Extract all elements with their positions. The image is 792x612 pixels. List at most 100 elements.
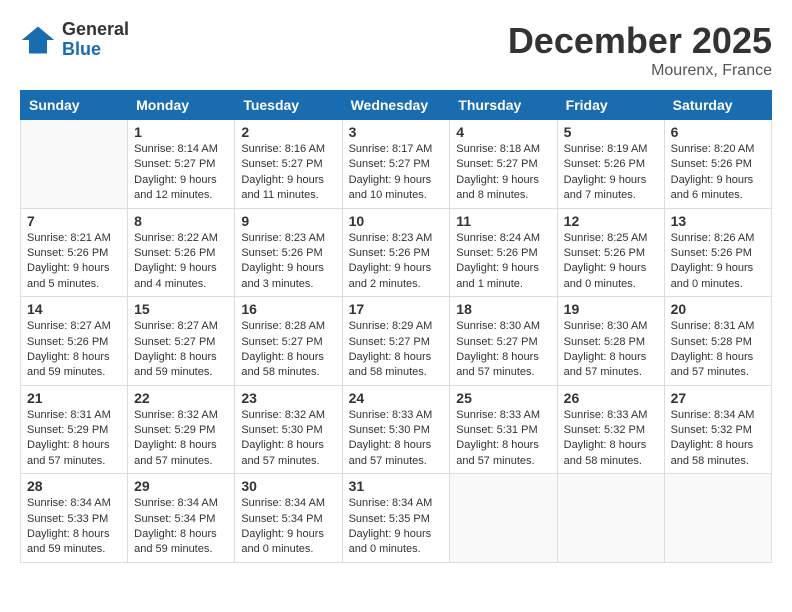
day-info: Sunrise: 8:27 AMSunset: 5:27 PMDaylight:…	[134, 319, 228, 381]
day-number: 7	[27, 213, 121, 229]
day-number: 30	[241, 478, 335, 494]
day-info: Sunrise: 8:31 AMSunset: 5:28 PMDaylight:…	[671, 319, 765, 381]
day-number: 12	[564, 213, 658, 229]
day-info: Sunrise: 8:26 AMSunset: 5:26 PMDaylight:…	[671, 231, 765, 293]
day-number: 17	[349, 301, 444, 317]
calendar-cell: 10 Sunrise: 8:23 AMSunset: 5:26 PMDayligh…	[342, 208, 450, 297]
header: General Blue December 2025 Mourenx, Fran…	[20, 20, 772, 80]
calendar-cell: 25 Sunrise: 8:33 AMSunset: 5:31 PMDayligh…	[450, 385, 557, 474]
calendar-cell: 20Sunrise: 8:31 AMSunset: 5:28 PMDayligh…	[664, 297, 771, 386]
logo-icon	[20, 22, 56, 58]
day-info: Sunrise: 8:24 AMSunset: 5:26 PMDaylight:…	[456, 231, 550, 293]
column-header-tuesday: Tuesday	[235, 91, 342, 120]
column-header-sunday: Sunday	[21, 91, 128, 120]
calendar-cell: 4 Sunrise: 8:18 AMSunset: 5:27 PMDaylight…	[450, 120, 557, 209]
day-info: Sunrise: 8:31 AMSunset: 5:29 PMDaylight:…	[27, 408, 121, 470]
location-subtitle: Mourenx, France	[508, 62, 772, 80]
day-info: Sunrise: 8:17 AMSunset: 5:27 PMDaylight:…	[349, 142, 444, 204]
day-number: 16	[241, 301, 335, 317]
calendar-cell: 22 Sunrise: 8:32 AMSunset: 5:29 PMDayligh…	[128, 385, 235, 474]
column-header-wednesday: Wednesday	[342, 91, 450, 120]
calendar-cell: 21 Sunrise: 8:31 AMSunset: 5:29 PMDayligh…	[21, 385, 128, 474]
day-number: 10	[349, 213, 444, 229]
day-info: Sunrise: 8:34 AMSunset: 5:34 PMDaylight:…	[134, 496, 228, 558]
calendar-cell: 16 Sunrise: 8:28 AMSunset: 5:27 PMDayligh…	[235, 297, 342, 386]
day-number: 23	[241, 390, 335, 406]
day-number: 9	[241, 213, 335, 229]
day-number: 4	[456, 124, 550, 140]
day-number: 29	[134, 478, 228, 494]
day-info: Sunrise: 8:28 AMSunset: 5:27 PMDaylight:…	[241, 319, 335, 381]
day-info: Sunrise: 8:18 AMSunset: 5:27 PMDaylight:…	[456, 142, 550, 204]
column-header-monday: Monday	[128, 91, 235, 120]
calendar-cell: 13 Sunrise: 8:26 AMSunset: 5:26 PMDayligh…	[664, 208, 771, 297]
day-number: 21	[27, 390, 121, 406]
calendar-cell: 3 Sunrise: 8:17 AMSunset: 5:27 PMDaylight…	[342, 120, 450, 209]
day-number: 28	[27, 478, 121, 494]
day-number: 14	[27, 301, 121, 317]
month-year-title: December 2025	[508, 20, 772, 62]
calendar-table: SundayMondayTuesdayWednesdayThursdayFrid…	[20, 90, 772, 563]
calendar-cell: 24Sunrise: 8:33 AMSunset: 5:30 PMDayligh…	[342, 385, 450, 474]
day-number: 1	[134, 124, 228, 140]
day-info: Sunrise: 8:23 AMSunset: 5:26 PMDaylight:…	[349, 231, 444, 293]
calendar-cell: 30 Sunrise: 8:34 AMSunset: 5:34 PMDayligh…	[235, 474, 342, 563]
calendar-cell: 6 Sunrise: 8:20 AMSunset: 5:26 PMDaylight…	[664, 120, 771, 209]
day-number: 31	[349, 478, 444, 494]
calendar-cell: 11 Sunrise: 8:24 AMSunset: 5:26 PMDayligh…	[450, 208, 557, 297]
day-info: Sunrise: 8:25 AMSunset: 5:26 PMDaylight:…	[564, 231, 658, 293]
calendar-cell: 17 Sunrise: 8:29 AMSunset: 5:27 PMDayligh…	[342, 297, 450, 386]
column-header-thursday: Thursday	[450, 91, 557, 120]
day-info: Sunrise: 8:34 AMSunset: 5:33 PMDaylight:…	[27, 496, 121, 558]
day-number: 13	[671, 213, 765, 229]
calendar-cell: 18Sunrise: 8:30 AMSunset: 5:27 PMDayligh…	[450, 297, 557, 386]
calendar-cell: 8 Sunrise: 8:22 AMSunset: 5:26 PMDaylight…	[128, 208, 235, 297]
day-number: 5	[564, 124, 658, 140]
day-info: Sunrise: 8:32 AMSunset: 5:29 PMDaylight:…	[134, 408, 228, 470]
calendar-cell: 9 Sunrise: 8:23 AMSunset: 5:26 PMDaylight…	[235, 208, 342, 297]
day-number: 24	[349, 390, 444, 406]
day-info: Sunrise: 8:16 AMSunset: 5:27 PMDaylight:…	[241, 142, 335, 204]
calendar-cell: 2 Sunrise: 8:16 AMSunset: 5:27 PMDaylight…	[235, 120, 342, 209]
calendar-cell: 7 Sunrise: 8:21 AMSunset: 5:26 PMDaylight…	[21, 208, 128, 297]
day-number: 25	[456, 390, 550, 406]
day-info: Sunrise: 8:19 AMSunset: 5:26 PMDaylight:…	[564, 142, 658, 204]
calendar-cell: 29 Sunrise: 8:34 AMSunset: 5:34 PMDayligh…	[128, 474, 235, 563]
day-info: Sunrise: 8:29 AMSunset: 5:27 PMDaylight:…	[349, 319, 444, 381]
day-number: 18	[456, 301, 550, 317]
day-number: 3	[349, 124, 444, 140]
calendar-cell: 31 Sunrise: 8:34 AMSunset: 5:35 PMDayligh…	[342, 474, 450, 563]
day-info: Sunrise: 8:23 AMSunset: 5:26 PMDaylight:…	[241, 231, 335, 293]
calendar-cell: 28 Sunrise: 8:34 AMSunset: 5:33 PMDayligh…	[21, 474, 128, 563]
day-info: Sunrise: 8:14 AMSunset: 5:27 PMDaylight:…	[134, 142, 228, 204]
day-info: Sunrise: 8:32 AMSunset: 5:30 PMDaylight:…	[241, 408, 335, 470]
day-info: Sunrise: 8:22 AMSunset: 5:26 PMDaylight:…	[134, 231, 228, 293]
day-info: Sunrise: 8:21 AMSunset: 5:26 PMDaylight:…	[27, 231, 121, 293]
calendar-cell	[664, 474, 771, 563]
calendar-cell	[21, 120, 128, 209]
day-number: 6	[671, 124, 765, 140]
day-number: 11	[456, 213, 550, 229]
day-number: 2	[241, 124, 335, 140]
calendar-cell: 12 Sunrise: 8:25 AMSunset: 5:26 PMDayligh…	[557, 208, 664, 297]
calendar-cell: 14Sunrise: 8:27 AMSunset: 5:26 PMDayligh…	[21, 297, 128, 386]
day-number: 8	[134, 213, 228, 229]
day-number: 15	[134, 301, 228, 317]
logo: General Blue	[20, 20, 129, 60]
calendar-cell: 15 Sunrise: 8:27 AMSunset: 5:27 PMDayligh…	[128, 297, 235, 386]
day-number: 26	[564, 390, 658, 406]
title-section: December 2025 Mourenx, France	[508, 20, 772, 80]
calendar-cell: 1 Sunrise: 8:14 AMSunset: 5:27 PMDaylight…	[128, 120, 235, 209]
day-number: 22	[134, 390, 228, 406]
day-info: Sunrise: 8:34 AMSunset: 5:35 PMDaylight:…	[349, 496, 444, 558]
calendar-cell: 23 Sunrise: 8:32 AMSunset: 5:30 PMDayligh…	[235, 385, 342, 474]
day-info: Sunrise: 8:34 AMSunset: 5:34 PMDaylight:…	[241, 496, 335, 558]
logo-general-text: General	[62, 20, 129, 40]
day-info: Sunrise: 8:33 AMSunset: 5:31 PMDaylight:…	[456, 408, 550, 470]
calendar-cell: 5 Sunrise: 8:19 AMSunset: 5:26 PMDaylight…	[557, 120, 664, 209]
day-info: Sunrise: 8:20 AMSunset: 5:26 PMDaylight:…	[671, 142, 765, 204]
day-number: 19	[564, 301, 658, 317]
calendar-cell	[557, 474, 664, 563]
column-header-friday: Friday	[557, 91, 664, 120]
calendar-cell: 19Sunrise: 8:30 AMSunset: 5:28 PMDayligh…	[557, 297, 664, 386]
